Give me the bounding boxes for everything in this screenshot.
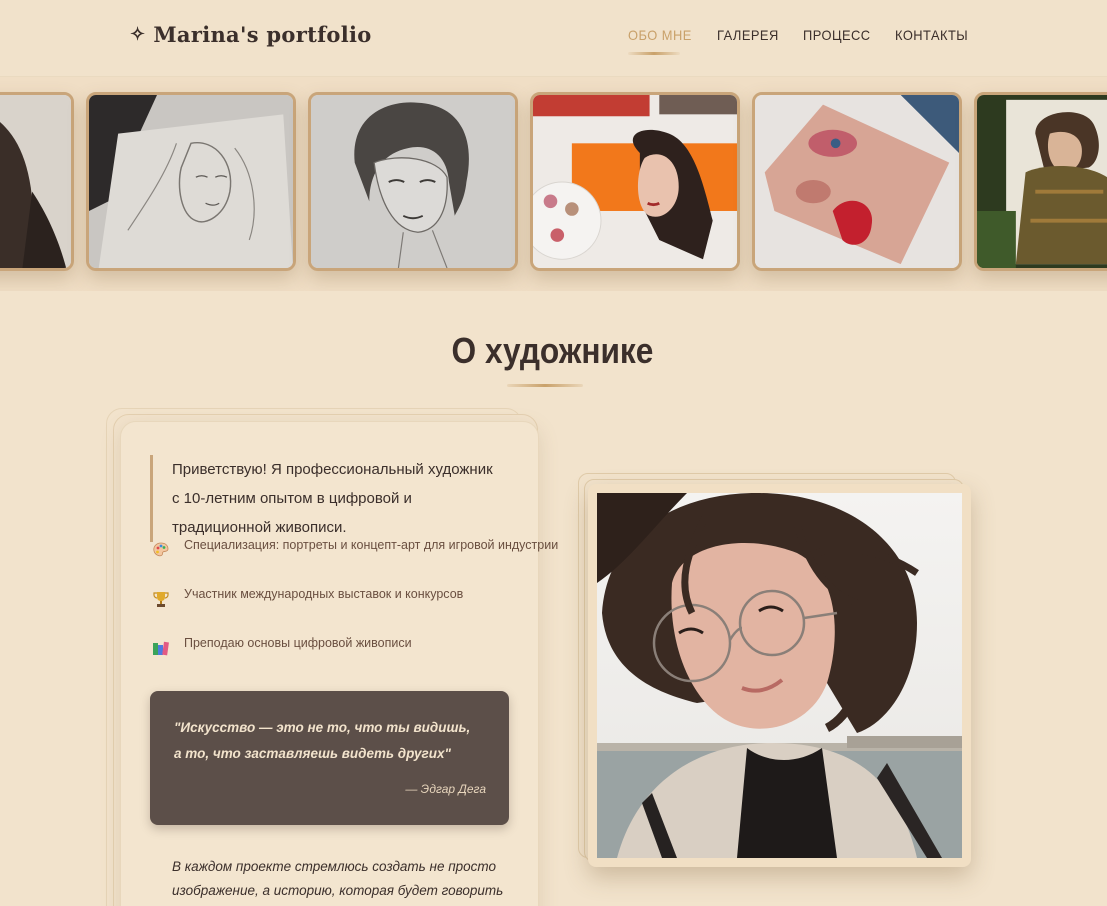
artist-photo bbox=[597, 493, 962, 858]
feature-text: Преподаю основы цифровой живописи bbox=[184, 636, 412, 650]
quote-author: — Эдгар Дега bbox=[405, 782, 486, 796]
site-header: ✧ Marina's portfolio ОБО МНЕ ГАЛЕРЕЯ ПРО… bbox=[0, 0, 1107, 77]
feature-item-exhibitions: Участник международных выставок и конкур… bbox=[152, 587, 463, 608]
nav-gallery[interactable]: ГАЛЕРЕЯ bbox=[717, 27, 779, 43]
nav-process[interactable]: ПРОЦЕСС bbox=[803, 27, 871, 43]
gallery-thumb-girl-sketch[interactable] bbox=[308, 92, 518, 271]
gallery-thumb-dark-hair[interactable] bbox=[0, 92, 74, 271]
section-title: О художнике bbox=[451, 330, 654, 371]
gallery-strip bbox=[0, 77, 1107, 291]
nav-contacts[interactable]: КОНТАКТЫ bbox=[895, 27, 968, 43]
palette-icon bbox=[153, 542, 169, 557]
gallery-thumb-watercolor-orange[interactable] bbox=[530, 92, 740, 271]
nav-active-indicator bbox=[628, 52, 680, 55]
books-icon bbox=[153, 641, 169, 656]
title-underline bbox=[507, 384, 583, 387]
gallery-thumb-red-lips[interactable] bbox=[752, 92, 962, 271]
closing-text: В каждом проекте стремлюсь создать не пр… bbox=[172, 859, 504, 898]
feature-item-specialization: Специализация: портреты и концепт-арт дл… bbox=[152, 538, 558, 559]
gallery-thumb-elf-warrior[interactable] bbox=[974, 92, 1107, 271]
trophy-icon bbox=[153, 592, 169, 607]
intro-text: Приветствую! Я профессиональный художник… bbox=[150, 455, 500, 542]
main-nav: ОБО МНЕ ГАЛЕРЕЯ ПРОЦЕСС КОНТАКТЫ bbox=[0, 27, 1107, 57]
quote-text: "Искусство — это не то, что ты видишь, а… bbox=[174, 720, 471, 761]
artist-photo-frame bbox=[588, 484, 971, 867]
feature-text: Специализация: портреты и концепт-арт дл… bbox=[184, 538, 559, 552]
gallery-thumb-elf-sketch[interactable] bbox=[86, 92, 296, 271]
feature-text: Участник международных выставок и конкур… bbox=[184, 587, 464, 601]
feature-item-teaching: Преподаю основы цифровой живописи bbox=[152, 636, 412, 657]
nav-about[interactable]: ОБО МНЕ bbox=[628, 27, 692, 43]
quote-block: "Искусство — это не то, что ты видишь, а… bbox=[150, 691, 509, 825]
